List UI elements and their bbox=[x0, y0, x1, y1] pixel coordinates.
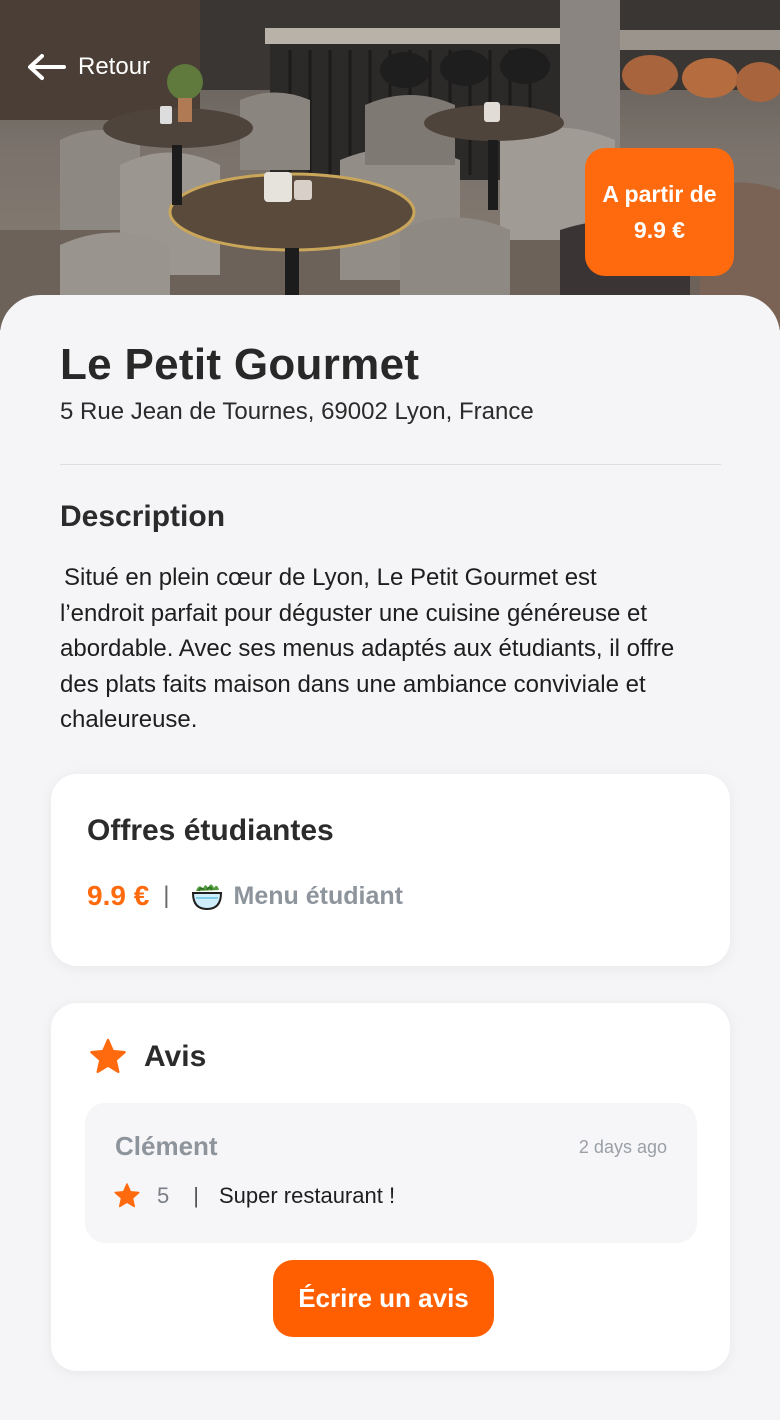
review-text: Super restaurant ! bbox=[218, 1183, 396, 1208]
price-badge-label: A partir de bbox=[602, 181, 717, 207]
back-label: Retour bbox=[78, 53, 151, 80]
offer-price: 9.9 € bbox=[87, 880, 150, 911]
review-body: 5 | Super restaurant ! bbox=[113, 1181, 395, 1211]
review-separator: | bbox=[193, 1183, 199, 1208]
price-badge: A partir de 9.9 € bbox=[585, 148, 734, 276]
offer-label: Menu étudiant bbox=[233, 881, 403, 910]
back-button[interactable]: Retour bbox=[26, 52, 150, 82]
write-review-button[interactable]: Écrire un avis bbox=[273, 1260, 494, 1337]
review-rating: 5 bbox=[157, 1183, 170, 1208]
star-icon bbox=[90, 1038, 126, 1073]
price-badge-value: 9.9 € bbox=[633, 217, 686, 243]
reviews-header: Avis bbox=[88, 1037, 206, 1077]
student-offers-card: Offres étudiantes 9.9 € | Menu étudiant bbox=[51, 774, 730, 966]
review-time: 2 days ago bbox=[578, 1137, 667, 1157]
review-item: Clément 2 days ago 5 | Super restaurant … bbox=[85, 1103, 697, 1243]
restaurant-address: 5 Rue Jean de Tournes, 69002 Lyon, Franc… bbox=[60, 398, 534, 425]
reviews-card: Avis Clément 2 days ago 5 | Super restau… bbox=[51, 1003, 730, 1371]
arrow-left-icon bbox=[28, 54, 66, 80]
review-author: Clément bbox=[115, 1131, 218, 1161]
divider bbox=[60, 464, 721, 465]
reviews-title: Avis bbox=[144, 1040, 207, 1073]
offer-item[interactable]: 9.9 € | Menu étudiant bbox=[87, 878, 403, 914]
salad-bowl-icon bbox=[191, 884, 222, 911]
restaurant-name: Le Petit Gourmet bbox=[60, 340, 420, 389]
star-icon bbox=[114, 1183, 140, 1208]
description-text: Situé en plein cœur de Lyon, Le Petit Go… bbox=[60, 564, 675, 733]
description-title: Description bbox=[60, 500, 226, 533]
offer-separator: | bbox=[163, 882, 170, 909]
offers-title: Offres étudiantes bbox=[87, 814, 334, 847]
hero-image: Retour A partir de 9.9 € bbox=[0, 0, 780, 330]
